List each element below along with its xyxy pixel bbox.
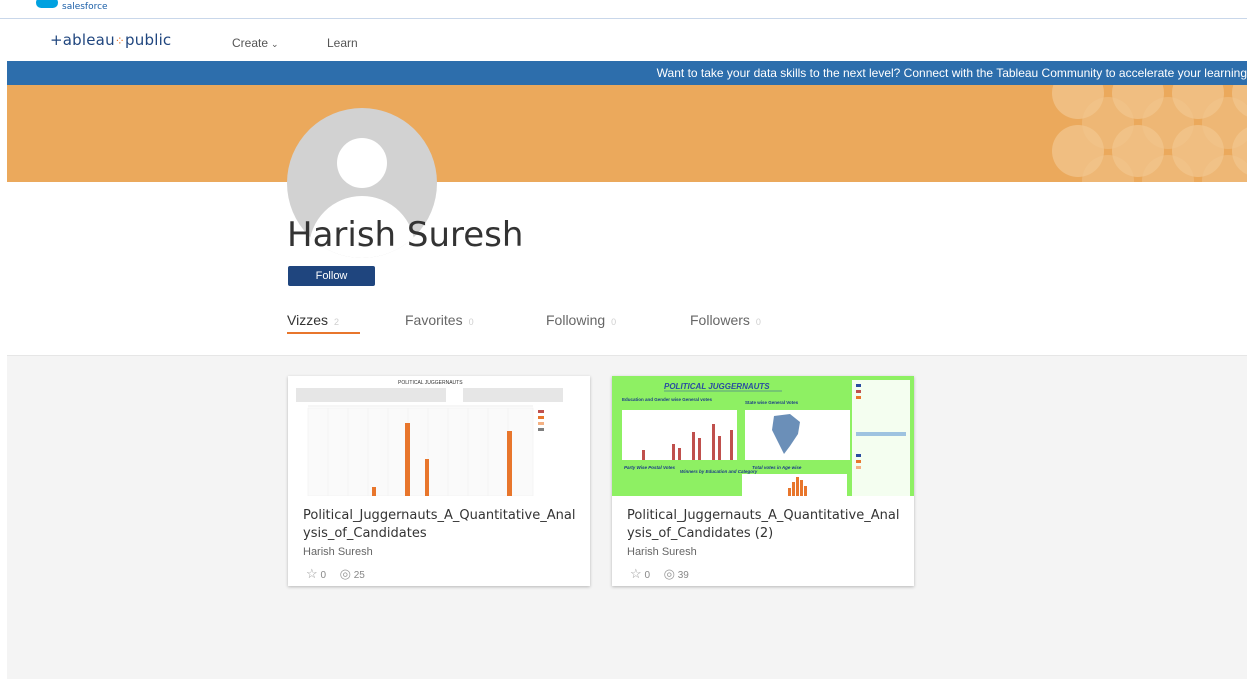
salesforce-bar: salesforce xyxy=(0,0,1247,19)
viz-title[interactable]: Political_Juggernauts_A_Quantitative_Ana… xyxy=(627,507,907,543)
salesforce-logo-text[interactable]: salesforce xyxy=(62,2,108,12)
thumb-label: Education and Gender wise General votes xyxy=(622,397,713,402)
active-tab-indicator xyxy=(287,332,360,334)
thumb-heading: POLITICAL JUGGERNAUTS xyxy=(398,380,463,386)
logo-spark-icon: ⁘ xyxy=(114,34,126,48)
profile-banner xyxy=(7,85,1247,182)
left-edge xyxy=(0,61,7,678)
tab-count: 2 xyxy=(333,317,339,327)
view-count: 39 xyxy=(677,570,689,581)
viz-title[interactable]: Political_Juggernauts_A_Quantitative_Ana… xyxy=(303,507,583,543)
announcement-bar[interactable]: Want to take your data skills to the nex… xyxy=(7,61,1247,85)
thumb-heading: POLITICAL JUGGERNAUTS xyxy=(664,382,770,391)
viz-author[interactable]: Harish Suresh xyxy=(627,546,697,558)
star-icon[interactable]: ☆ xyxy=(630,566,642,581)
favorite-count: 0 xyxy=(644,570,650,581)
chevron-down-icon: ⌄ xyxy=(271,39,279,49)
tab-favorites[interactable]: Favorites 0 xyxy=(405,312,474,328)
star-icon[interactable]: ☆ xyxy=(306,566,318,581)
eye-icon: ◎ xyxy=(339,566,351,581)
view-count: 25 xyxy=(353,570,365,581)
nav-learn-link[interactable]: Learn xyxy=(327,36,358,50)
announcement-text: Want to take your data skills to the nex… xyxy=(656,66,1247,80)
viz-gallery: POLITICAL JUGGERNAUTS Political_Juggerna… xyxy=(7,355,1247,679)
viz-author[interactable]: Harish Suresh xyxy=(303,546,373,558)
tab-count: 0 xyxy=(468,317,474,327)
top-navigation: +ableau⁘public Create ⌄ Learn xyxy=(0,19,1247,61)
tab-label: Vizzes xyxy=(287,312,328,328)
nav-create-menu[interactable]: Create ⌄ xyxy=(232,36,279,50)
logo-text: +ableau xyxy=(50,31,115,49)
thumb-label: Winners by Education and Category xyxy=(680,469,758,474)
eye-icon: ◎ xyxy=(663,566,675,581)
tableau-public-logo[interactable]: +ableau⁘public xyxy=(50,31,171,49)
nav-create-label: Create xyxy=(232,36,269,50)
viz-thumbnail[interactable]: POLITICAL JUGGERNAUTS xyxy=(288,376,590,496)
tab-vizzes[interactable]: Vizzes 2 xyxy=(287,312,339,328)
tab-count: 0 xyxy=(611,317,617,327)
tab-label: Following xyxy=(546,312,606,328)
thumb-label: Party Wise Postal Votes xyxy=(624,465,676,470)
tab-followers[interactable]: Followers 0 xyxy=(690,312,761,328)
favorite-count: 0 xyxy=(320,570,326,581)
tab-label: Followers xyxy=(690,312,750,328)
viz-card[interactable]: POLITICAL JUGGERNAUTS Political_Juggerna… xyxy=(288,376,590,586)
viz-stats: ☆ 0 ◎ 39 xyxy=(630,566,689,582)
logo-text-public: public xyxy=(125,31,172,49)
viz-stats: ☆ 0 ◎ 25 xyxy=(306,566,365,582)
profile-name: Harish Suresh xyxy=(287,215,524,255)
follow-button[interactable]: Follow xyxy=(288,266,375,286)
tab-label: Favorites xyxy=(405,312,463,328)
thumb-label: Total votes in Age wise xyxy=(752,465,802,470)
viz-card[interactable]: POLITICAL JUGGERNAUTS Education and Gend… xyxy=(612,376,914,586)
tab-count: 0 xyxy=(755,317,761,327)
salesforce-cloud-icon xyxy=(36,0,58,8)
avatar-head xyxy=(337,138,387,188)
thumb-label: State wise General Votes xyxy=(745,400,799,405)
tab-following[interactable]: Following 0 xyxy=(546,312,616,328)
viz-thumbnail[interactable]: POLITICAL JUGGERNAUTS Education and Gend… xyxy=(612,376,914,496)
